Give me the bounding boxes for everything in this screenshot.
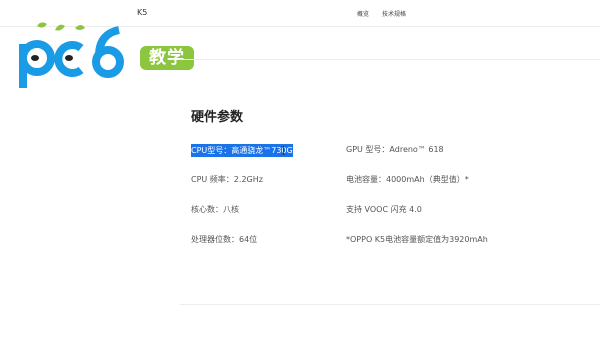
nav-specs-link[interactable]: 技术规格 [382, 9, 406, 18]
section-title: 硬件参数 [191, 110, 244, 125]
nav-overview-link[interactable]: 概览 [357, 9, 369, 18]
pc6-logo-icon [19, 22, 124, 88]
logo-badge: 教学 [140, 46, 194, 70]
spec-cpu-frequency: CPU 频率：2.2GHz [191, 175, 263, 184]
text-cursor-icon [281, 146, 286, 155]
spec-battery: 电池容量：4000mAh（典型值）* [346, 175, 469, 184]
spec-gpu-model: GPU 型号：Adreno™ 618 [346, 145, 444, 154]
spec-cpu-model: CPU型号：高通骁龙™730G [191, 144, 293, 157]
section-divider-bottom [180, 304, 600, 305]
pc6-logo: 教学 [15, 20, 194, 92]
spec-vooc: 支持 VOOC 闪充 4.0 [346, 205, 422, 214]
spec-battery-note: *OPPO K5电池容量额定值为3920mAh [346, 235, 488, 244]
spec-processor-bits: 处理器位数：64位 [191, 235, 258, 244]
product-name[interactable]: K5 [137, 8, 147, 17]
section-divider-top [180, 59, 600, 60]
spec-cores: 核心数：八核 [191, 205, 239, 214]
